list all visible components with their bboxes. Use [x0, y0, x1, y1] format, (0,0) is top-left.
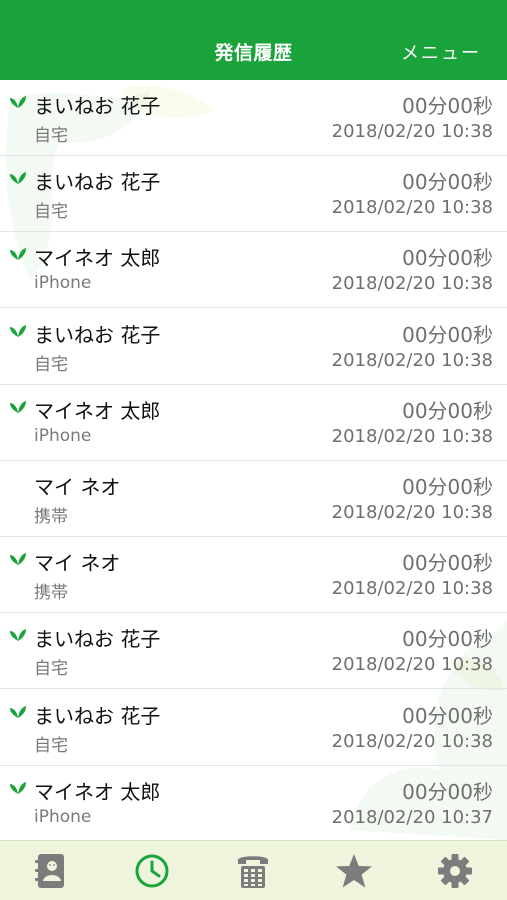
call-datetime: 2018/02/20 10:38 — [331, 578, 493, 600]
call-history-row[interactable]: まいねお 花子自宅 00分00秒 2018/02/20 10:38 — [0, 80, 507, 156]
contact-name: マイ ネオ — [34, 551, 121, 576]
contact-name: まいねお 花子 — [34, 94, 161, 118]
call-history-row[interactable]: まいねお 花子自宅 00分00秒 2018/02/20 10:38 — [0, 309, 507, 385]
contact-name: マイネオ 太郎 — [34, 398, 161, 423]
contacts-icon — [34, 854, 64, 888]
phone-type: 自宅 — [34, 659, 68, 680]
phone-type: 携帯 — [34, 583, 68, 604]
call-history-row[interactable]: マイ ネオ携帯 00分00秒 2018/02/20 10:38 — [0, 537, 507, 614]
call-duration: 00分00秒 — [402, 703, 493, 728]
call-duration: 00分00秒 — [402, 246, 493, 271]
mineo-leaf-icon — [10, 96, 26, 108]
tab-favorites[interactable] — [303, 841, 404, 900]
call-datetime: 2018/02/20 10:38 — [331, 273, 493, 295]
phone-type: 自宅 — [34, 126, 68, 146]
call-duration: 00分00秒 — [402, 551, 493, 576]
menu-button[interactable]: メニュー — [401, 39, 481, 65]
call-datetime: 2018/02/20 10:37 — [331, 806, 493, 828]
call-duration: 00分00秒 — [402, 322, 493, 347]
phone-type: iPhone — [34, 425, 92, 446]
settings-gear-icon — [437, 854, 472, 888]
call-datetime: 2018/02/20 10:38 — [331, 349, 493, 371]
call-datetime: 2018/02/20 10:38 — [331, 425, 493, 447]
bottom-tab-bar — [0, 840, 507, 900]
app-header: 発信履歴 メニュー — [0, 0, 507, 80]
phone-type: 自宅 — [34, 354, 68, 375]
history-clock-icon — [135, 854, 168, 888]
call-history-row[interactable]: マイ ネオ携帯 00分00秒 2018/02/20 10:38 — [0, 461, 507, 537]
contact-name: まいねお 花子 — [34, 170, 161, 195]
mineo-leaf-icon — [10, 553, 26, 566]
call-history-row[interactable]: まいねお 花子自宅 00分00秒 2018/02/20 10:38 — [0, 156, 507, 233]
call-history-row[interactable]: マイネオ 太郎 iPhone 00分00秒 2018/02/20 10:38 — [0, 232, 507, 309]
call-history-row[interactable]: まいねお 花子自宅 00分00秒 2018/02/20 10:38 — [0, 613, 507, 690]
call-datetime: 2018/02/20 10:38 — [331, 197, 493, 219]
tab-history[interactable] — [101, 841, 202, 900]
mineo-leaf-icon — [10, 324, 26, 337]
mineo-leaf-icon — [10, 172, 26, 185]
mineo-leaf-icon — [10, 400, 26, 413]
phone-type: 自宅 — [34, 202, 68, 223]
contact-name: まいねお 花子 — [34, 703, 161, 728]
phone-type: iPhone — [34, 806, 92, 827]
phone-type: 携帯 — [34, 507, 68, 527]
call-history-row[interactable]: マイネオ 太郎 iPhone 00分00秒 2018/02/20 10:38 — [0, 385, 507, 461]
call-datetime: 2018/02/20 10:38 — [331, 121, 493, 142]
call-duration: 00分00秒 — [402, 170, 493, 195]
phone-type: iPhone — [34, 273, 92, 294]
mineo-leaf-icon — [10, 705, 26, 718]
contact-name: まいねお 花子 — [34, 627, 161, 652]
keypad-phone-icon — [237, 856, 268, 888]
tab-contacts[interactable] — [0, 841, 101, 900]
contact-name: マイ ネオ — [34, 475, 121, 499]
call-history-row[interactable]: まいねお 花子自宅 00分00秒 2018/02/20 10:38 — [0, 690, 507, 766]
mineo-leaf-icon — [10, 629, 26, 642]
mineo-leaf-icon — [10, 781, 26, 794]
contact-name: マイネオ 太郎 — [34, 246, 161, 271]
call-duration: 00分00秒 — [402, 475, 493, 499]
tab-keypad[interactable] — [202, 841, 303, 900]
tab-settings[interactable] — [404, 841, 505, 900]
call-duration: 00分00秒 — [402, 398, 493, 423]
call-duration: 00分00秒 — [402, 94, 493, 118]
call-datetime: 2018/02/20 10:38 — [331, 502, 493, 523]
call-history-list[interactable]: まいねお 花子 自宅 00分00秒 2018/02/20 10:38 まいねお 花子 自宅… — [0, 80, 507, 840]
call-duration: 00分00秒 — [402, 779, 493, 804]
contact-name: マイネオ 太郎 — [34, 779, 161, 804]
mineo-leaf-icon — [10, 248, 26, 261]
call-history-row[interactable]: マイネオ 太郎 iPhone 00分00秒 2018/02/20 10:37 — [0, 766, 507, 840]
call-datetime: 2018/02/20 10:38 — [331, 654, 493, 676]
call-datetime: 2018/02/20 10:38 — [331, 730, 493, 752]
call-duration: 00分00秒 — [402, 627, 493, 652]
phone-type: 自宅 — [34, 735, 68, 756]
contact-name: まいねお 花子 — [34, 322, 161, 347]
favorites-star-icon — [335, 854, 372, 888]
